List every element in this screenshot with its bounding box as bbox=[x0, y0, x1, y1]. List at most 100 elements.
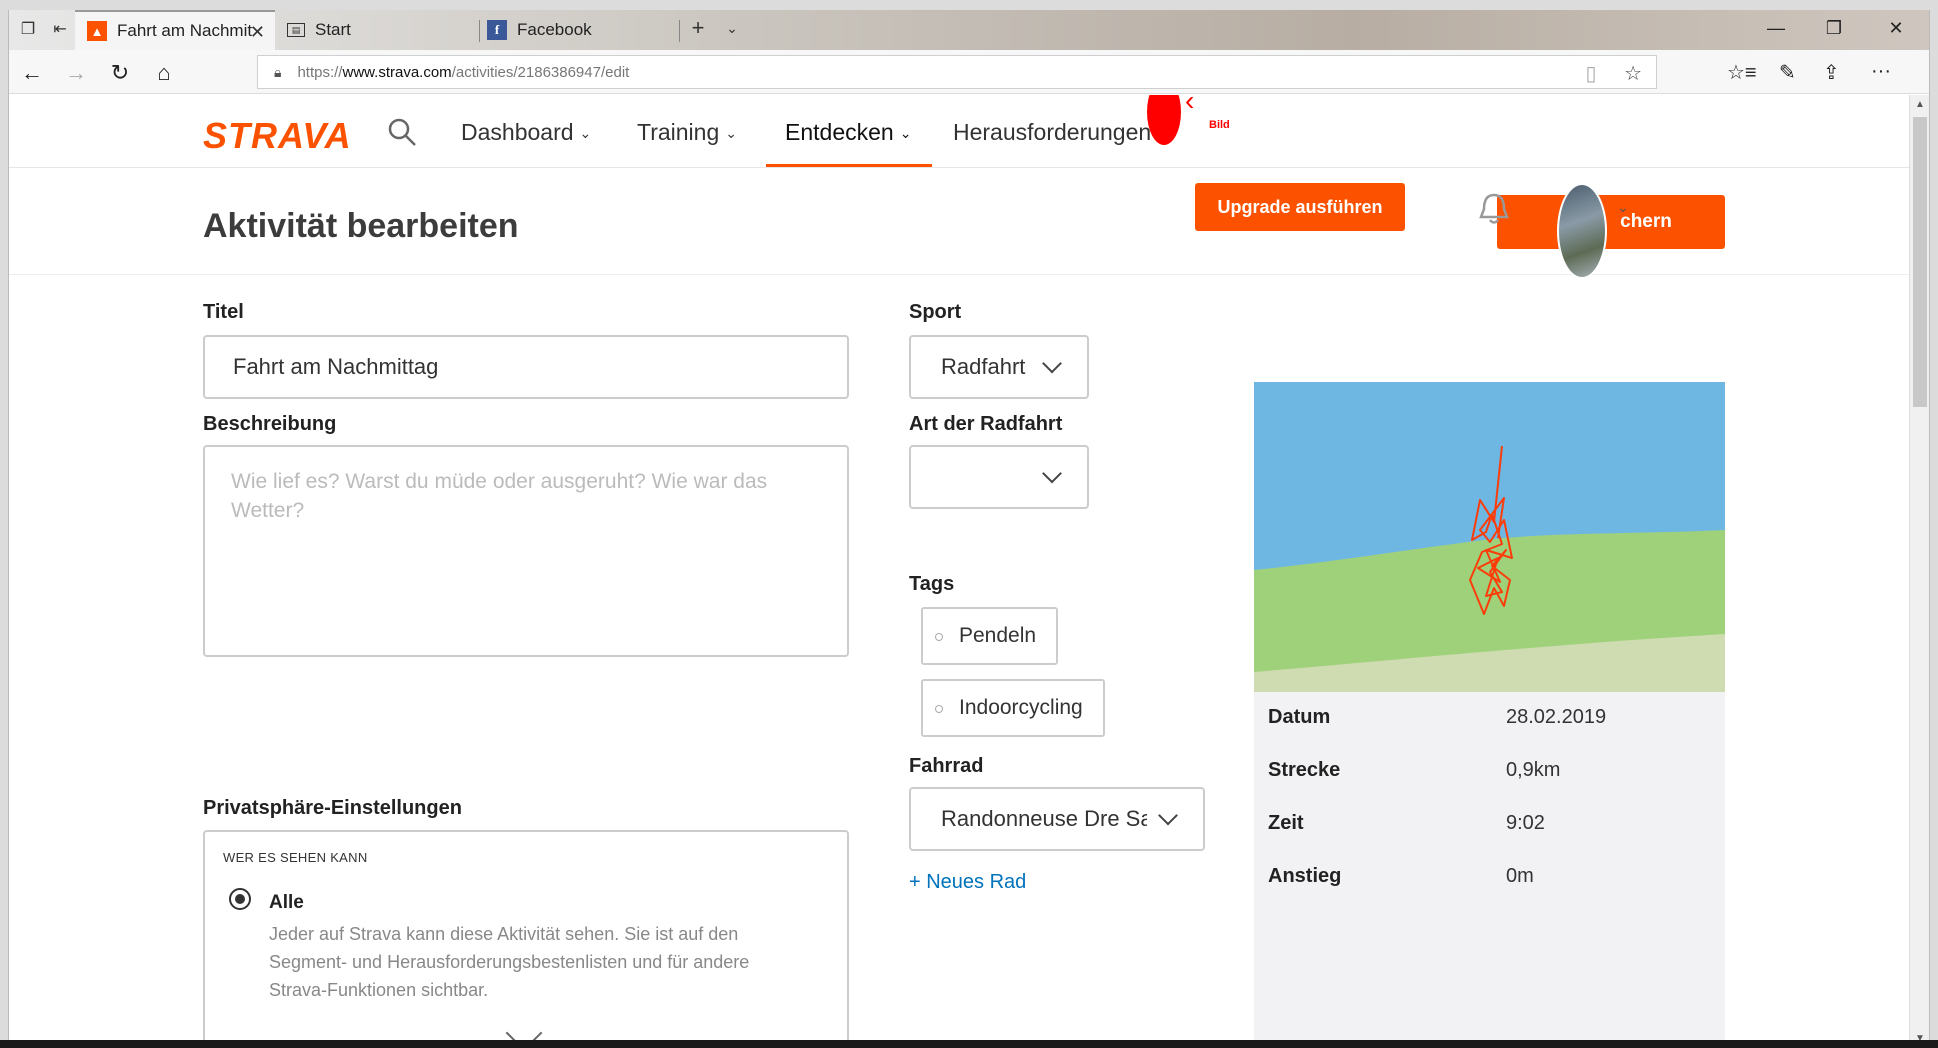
chevron-down-icon bbox=[1042, 463, 1062, 484]
more-menu-icon[interactable]: ··· bbox=[1871, 60, 1891, 83]
nav-dashboard[interactable]: Dashboard ⌄ bbox=[461, 119, 591, 146]
forward-icon[interactable]: → bbox=[61, 60, 91, 86]
tag-hole-icon bbox=[935, 705, 943, 713]
bike-select-value: Randonneuse Dre Sa bbox=[941, 806, 1147, 831]
favorites-hub-icon[interactable]: ☆≡ bbox=[1727, 60, 1757, 85]
chevron-down-icon bbox=[1158, 805, 1178, 826]
url-path: /activities/2186386947/edit bbox=[451, 63, 630, 81]
description-textarea[interactable]: Wie lief es? Warst du müde oder ausgeruh… bbox=[203, 445, 849, 657]
privacy-radio-everyone[interactable] bbox=[229, 888, 251, 910]
page-title: Aktivität bearbeiten bbox=[203, 207, 519, 245]
active-nav-indicator bbox=[766, 164, 932, 167]
description-label: Beschreibung bbox=[203, 413, 337, 435]
scroll-up-icon[interactable]: ▲ bbox=[1910, 99, 1929, 110]
sport-select[interactable]: Radfahrt bbox=[909, 335, 1089, 399]
set-aside-tabs-icon[interactable]: ⇤ bbox=[49, 20, 71, 40]
title-input[interactable]: Fahrt am Nachmittag bbox=[203, 335, 849, 399]
taskbar bbox=[0, 1040, 1938, 1048]
stat-value: 28.02.2019 bbox=[1506, 706, 1607, 728]
minimize-icon[interactable]: — bbox=[1761, 18, 1791, 39]
nav-dashboard-label: Dashboard bbox=[461, 119, 574, 145]
stat-value: 0m bbox=[1506, 865, 1534, 887]
chevron-down-icon[interactable]: ⌄ bbox=[1617, 199, 1629, 216]
start-page-icon: ▤ bbox=[287, 23, 305, 37]
strava-logo[interactable]: STRAVA bbox=[203, 115, 352, 157]
sport-label: Sport bbox=[909, 301, 962, 323]
tab-facebook[interactable]: f Facebook bbox=[475, 10, 675, 50]
privacy-option-description: Jeder auf Strava kann diese Aktivität se… bbox=[269, 924, 750, 1000]
tags-label: Tags bbox=[909, 573, 955, 595]
notification-bell-icon[interactable] bbox=[1477, 191, 1511, 227]
chevron-down-icon: ⌄ bbox=[579, 125, 592, 142]
tag-indoorcycling[interactable]: Indoorcycling bbox=[921, 679, 1105, 737]
activity-map[interactable] bbox=[1254, 382, 1725, 692]
privacy-heading: WER ES SEHEN KANN bbox=[223, 850, 368, 865]
new-bike-link[interactable]: + Neues Rad bbox=[909, 871, 1026, 894]
ride-type-select[interactable] bbox=[909, 445, 1089, 509]
address-bar-row: ← → ↻ ⌂ 🔒︎ https:// www.strava.com /acti… bbox=[9, 50, 1929, 94]
annotation-label: Bild bbox=[1209, 119, 1230, 131]
close-window-icon[interactable]: ✕ bbox=[1881, 18, 1911, 39]
strava-favicon: ▲ bbox=[87, 21, 107, 41]
page-scrollbar[interactable]: ▲ ▼ bbox=[1909, 95, 1929, 1048]
tab-preview-chevron-icon[interactable]: ⌄ bbox=[721, 18, 743, 38]
nav-herausforderungen[interactable]: Herausforderungen bbox=[953, 119, 1151, 146]
site-nav: STRAVA Dashboard ⌄ Training ⌄ Entdecken ⌄ H… bbox=[9, 95, 1909, 168]
chevron-down-icon: ⌄ bbox=[899, 125, 912, 142]
tag-label: Indoorcycling bbox=[959, 696, 1083, 719]
new-tab-icon[interactable]: + bbox=[687, 17, 709, 39]
nav-entdecken[interactable]: Entdecken ⌄ bbox=[785, 119, 911, 146]
url-field[interactable]: 🔒︎ https:// www.strava.com /activities/2… bbox=[257, 55, 1657, 89]
avatar[interactable] bbox=[1557, 183, 1607, 279]
save-button[interactable]: chern bbox=[1497, 195, 1725, 249]
tab-divider bbox=[679, 20, 680, 42]
tab-actions-icon[interactable]: ❐ bbox=[17, 20, 39, 40]
chevron-down-icon bbox=[1042, 353, 1062, 374]
lock-icon: 🔒︎ bbox=[274, 63, 282, 80]
nav-herausforderungen-label: Herausforderungen bbox=[953, 119, 1152, 145]
search-icon[interactable] bbox=[387, 117, 417, 147]
privacy-box: WER ES SEHEN KANN Alle Jeder auf Strava … bbox=[203, 830, 849, 1048]
restore-icon[interactable]: ❐ bbox=[1819, 18, 1849, 39]
tag-hole-icon bbox=[935, 633, 943, 641]
close-tab-icon[interactable]: ✕ bbox=[250, 22, 265, 43]
activity-stats: Datum 28.02.2019 Strecke 0,9km Zeit 9:02… bbox=[1254, 692, 1725, 1048]
title-label: Titel bbox=[203, 301, 244, 323]
sport-select-value: Radfahrt bbox=[941, 354, 1026, 379]
tab-bar: ❐ ⇤ ▲ Fahrt am Nachmittag | F ✕ ▤ Start … bbox=[9, 10, 1929, 50]
reading-view-icon[interactable]: ▯ bbox=[1585, 63, 1596, 85]
share-icon[interactable]: ⇪ bbox=[1823, 60, 1840, 85]
scrollbar-thumb[interactable] bbox=[1913, 117, 1927, 407]
tab-strava[interactable]: ▲ Fahrt am Nachmittag | F ✕ bbox=[75, 10, 275, 50]
tag-pendeln[interactable]: Pendeln bbox=[921, 607, 1059, 665]
notes-pen-icon[interactable]: ✎ bbox=[1779, 60, 1796, 85]
tab-label: Fahrt am Nachmittag | F bbox=[117, 21, 253, 40]
browser-window: ❐ ⇤ ▲ Fahrt am Nachmittag | F ✕ ▤ Start … bbox=[8, 10, 1930, 1048]
privacy-option-label[interactable]: Alle bbox=[269, 892, 304, 914]
nav-entdecken-label: Entdecken bbox=[785, 119, 894, 145]
home-icon[interactable]: ⌂ bbox=[149, 60, 179, 86]
refresh-icon[interactable]: ↻ bbox=[105, 60, 135, 86]
page-header: Aktivität bearbeiten Upgrade ausführen c… bbox=[9, 169, 1909, 279]
stat-value: 9:02 bbox=[1506, 812, 1545, 834]
red-annotation-mark bbox=[1147, 95, 1181, 145]
back-icon[interactable]: ← bbox=[17, 60, 47, 86]
stat-key: Anstieg bbox=[1268, 865, 1342, 887]
chevron-down-icon: ⌄ bbox=[725, 125, 737, 142]
page-content: STRAVA Dashboard ⌄ Training ⌄ Entdecken ⌄ H… bbox=[9, 95, 1909, 1048]
tab-start[interactable]: ▤ Start bbox=[275, 10, 475, 50]
upgrade-button[interactable]: Upgrade ausführen bbox=[1195, 183, 1405, 231]
ride-type-label: Art der Radfahrt bbox=[909, 413, 1063, 435]
stat-key: Strecke bbox=[1268, 759, 1341, 781]
facebook-favicon: f bbox=[487, 20, 507, 40]
tag-label: Pendeln bbox=[959, 624, 1037, 647]
favorite-star-icon[interactable]: ☆ bbox=[1624, 63, 1642, 85]
tab-label: Start bbox=[315, 20, 351, 39]
bike-select[interactable]: Randonneuse Dre Sa bbox=[909, 787, 1205, 851]
privacy-label: Privatsphäre-Einstellungen bbox=[203, 797, 462, 819]
title-input-value: Fahrt am Nachmittag bbox=[233, 354, 439, 379]
bike-label: Fahrrad bbox=[909, 755, 984, 777]
url-prefix: https:// bbox=[297, 63, 343, 81]
description-placeholder: Wie lief es? Warst du müde oder ausgeruh… bbox=[231, 470, 768, 522]
nav-training[interactable]: Training ⌄ bbox=[637, 119, 737, 146]
